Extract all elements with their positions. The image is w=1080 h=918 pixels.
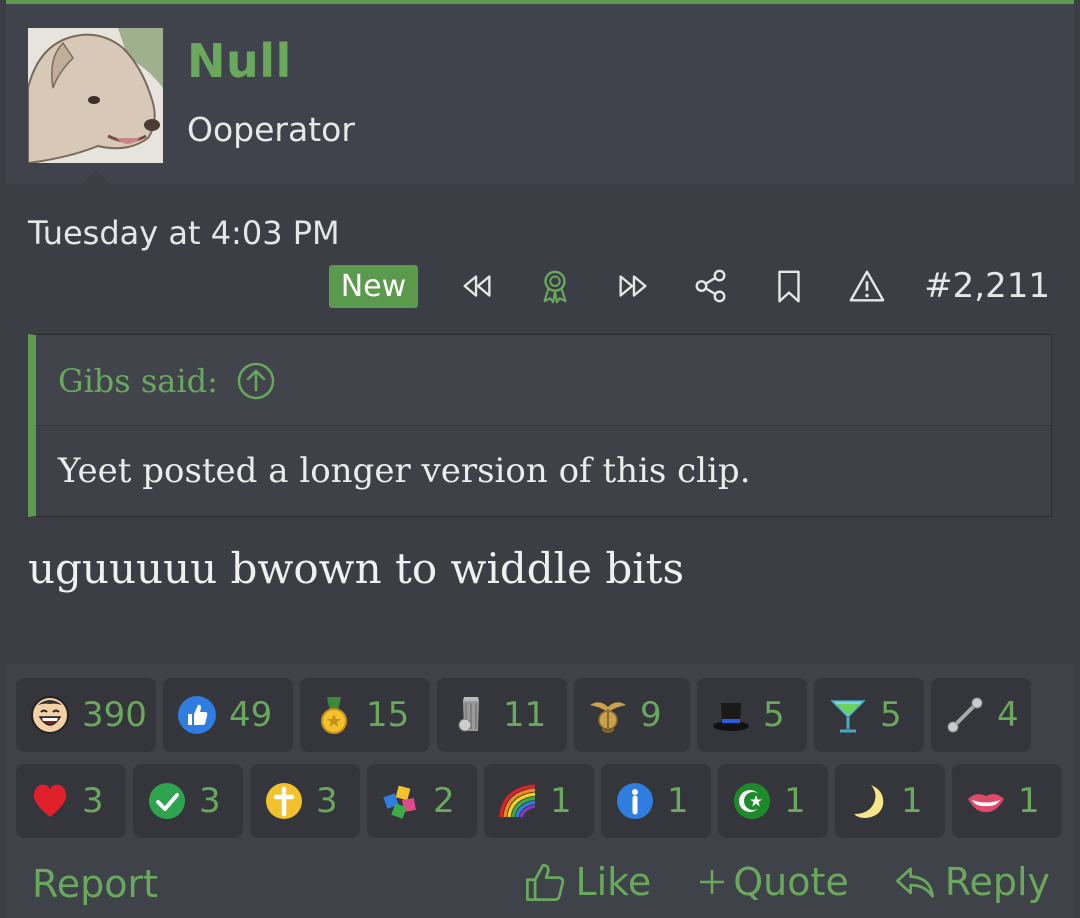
- reaction-count: 3: [82, 781, 104, 821]
- avatar[interactable]: [28, 28, 163, 163]
- plus-icon: [700, 870, 725, 894]
- reaction-trash[interactable]: 11: [437, 678, 567, 752]
- reaction-count: 11: [503, 695, 547, 735]
- cross-icon: [264, 781, 304, 821]
- reaction-star-crescent[interactable]: 1: [718, 764, 828, 838]
- heart-icon: [30, 781, 70, 821]
- reaction-lips[interactable]: 1: [952, 764, 1062, 838]
- reaction-count: 15: [366, 695, 410, 735]
- reaction-count: 1: [1018, 781, 1040, 821]
- thumbs-up-icon: [177, 695, 217, 735]
- reaction-count: 5: [763, 695, 785, 735]
- crescent-moon-icon: [849, 781, 889, 821]
- reaction-rainbow[interactable]: 1: [484, 764, 594, 838]
- reaction-check[interactable]: 3: [133, 764, 243, 838]
- reaction-like[interactable]: 49: [163, 678, 293, 752]
- reaction-count: 1: [550, 781, 572, 821]
- fast-forward-icon[interactable]: [612, 265, 654, 307]
- post-footer-actions: Like Quote Reply: [523, 860, 1050, 904]
- reply-arrow-icon: [895, 867, 934, 898]
- reaction-count: 4: [997, 695, 1019, 735]
- warning-icon[interactable]: [846, 265, 888, 307]
- top-hat-icon: [711, 695, 751, 735]
- post-container: Null Ooperator Tuesday at 4:03 PM New #2…: [6, 0, 1074, 918]
- share-icon[interactable]: [690, 265, 732, 307]
- puzzle-pieces-icon: [381, 781, 421, 821]
- reaction-medal[interactable]: 15: [300, 678, 430, 752]
- reaction-emblem[interactable]: 9: [574, 678, 690, 752]
- reaction-count: 1: [667, 781, 689, 821]
- reaction-top-hat[interactable]: 5: [697, 678, 807, 752]
- quote-text: Yeet posted a longer version of this cli…: [58, 451, 751, 491]
- reply-button[interactable]: Reply: [893, 860, 1050, 904]
- reaction-count: 5: [880, 695, 902, 735]
- trash-can-icon: [451, 695, 491, 735]
- reaction-count: 3: [199, 781, 221, 821]
- arrow-up-circle-icon[interactable]: [236, 361, 276, 401]
- quote-block: Gibs said: Yeet posted a longer version …: [28, 334, 1052, 517]
- reaction-count: 1: [901, 781, 923, 821]
- bookmark-icon[interactable]: [768, 265, 810, 307]
- post-date[interactable]: Tuesday at 4:03 PM: [28, 214, 340, 252]
- reactions-row-1: 390 49 15 11 9 5 5 4: [16, 678, 1031, 752]
- lips-icon: [966, 781, 1006, 821]
- quote-author-label: Gibs said:: [58, 362, 218, 400]
- eagle-globe-anchor-icon: [588, 695, 628, 735]
- reaction-count: 9: [640, 695, 662, 735]
- award-ribbon-icon[interactable]: [534, 265, 576, 307]
- quote-label: Quote: [733, 860, 849, 904]
- user-header: Null Ooperator: [6, 4, 1074, 184]
- barbell-icon: [945, 695, 985, 735]
- post-number-link[interactable]: #2,211: [924, 266, 1050, 306]
- rewind-icon[interactable]: [456, 265, 498, 307]
- rainbow-icon: [498, 781, 538, 821]
- quote-button[interactable]: Quote: [695, 860, 849, 904]
- reaction-laughing[interactable]: 390: [16, 678, 156, 752]
- caret-pointer: [82, 170, 110, 184]
- reaction-moon[interactable]: 1: [835, 764, 945, 838]
- reply-label: Reply: [944, 860, 1050, 904]
- cocktail-glass-icon: [828, 695, 868, 735]
- reaction-count: 390: [82, 695, 147, 735]
- quote-header: Gibs said:: [36, 335, 1051, 426]
- gold-medal-icon: [314, 695, 354, 735]
- post-message: uguuuuu bwown to widdle bits: [28, 544, 685, 593]
- like-label: Like: [575, 860, 652, 904]
- quote-author-link[interactable]: Gibs said:: [58, 361, 276, 401]
- report-link[interactable]: Report: [32, 862, 158, 906]
- reaction-info[interactable]: 1: [601, 764, 711, 838]
- new-badge: New: [328, 264, 419, 308]
- reaction-count: 2: [433, 781, 455, 821]
- reaction-count: 1: [784, 781, 806, 821]
- laughing-face-icon: [30, 695, 70, 735]
- thumbs-up-outline-icon: [526, 863, 565, 901]
- dog-avatar-image: [28, 28, 163, 163]
- username[interactable]: Null: [187, 34, 292, 88]
- reaction-count: 3: [316, 781, 338, 821]
- like-button[interactable]: Like: [523, 860, 651, 904]
- reaction-heart[interactable]: 3: [16, 764, 126, 838]
- user-title: Ooperator: [187, 110, 355, 149]
- star-crescent-icon: [732, 781, 772, 821]
- reaction-barbell[interactable]: 4: [931, 678, 1031, 752]
- reactions-row-2: 3 3 3 2 1 1 1 1 1: [16, 764, 1062, 838]
- reaction-cross[interactable]: 3: [250, 764, 360, 838]
- post-actions: New #2,211: [328, 260, 1050, 312]
- reaction-cocktail[interactable]: 5: [814, 678, 924, 752]
- reaction-count: 49: [229, 695, 273, 735]
- info-icon: [615, 781, 655, 821]
- check-mark-icon: [147, 781, 187, 821]
- reaction-puzzle[interactable]: 2: [367, 764, 477, 838]
